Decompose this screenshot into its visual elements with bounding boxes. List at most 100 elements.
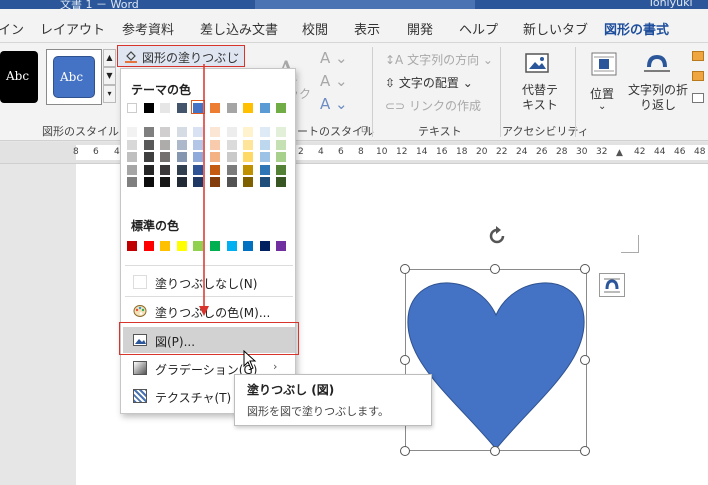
resize-handle[interactable] [400, 264, 410, 274]
style-gallery-scroll[interactable]: ▲ ▼ ▾ [103, 49, 116, 105]
layout-options-button[interactable] [599, 273, 625, 297]
style-thumb-selected[interactable]: Abc [46, 49, 102, 105]
position-button[interactable]: 位置 ⌄ [584, 49, 624, 119]
theme-shade-swatch[interactable] [259, 177, 270, 187]
selection-pane-icon[interactable] [692, 93, 704, 103]
bring-forward-icon[interactable] [692, 51, 704, 61]
text-direction-button[interactable]: ↕A 文字列の方向 ⌄ [385, 51, 493, 68]
theme-shade-swatch[interactable] [259, 139, 270, 150]
tab-shape-format[interactable]: 図形の書式 [604, 19, 670, 48]
theme-shade-swatch[interactable] [276, 152, 287, 162]
shape-fill-button[interactable]: 図形の塗りつぶし ⌄ [117, 45, 245, 67]
theme-color-swatch[interactable] [276, 103, 287, 113]
tab-developer[interactable]: 開発 [407, 19, 433, 38]
resize-handle[interactable] [490, 264, 500, 274]
theme-shade-swatch[interactable] [226, 152, 237, 162]
standard-color-swatch[interactable] [160, 241, 171, 251]
tab-view[interactable]: 表示 [354, 19, 380, 38]
standard-color-swatch[interactable] [226, 241, 237, 251]
tab-mailings[interactable]: 差し込み文書 [200, 19, 278, 38]
theme-color-swatch[interactable] [143, 103, 154, 113]
user-name[interactable]: Tohiyuki [648, 0, 693, 9]
palette-icon [133, 304, 147, 318]
theme-shade-swatch[interactable] [160, 139, 171, 150]
theme-color-swatch[interactable] [176, 103, 187, 113]
theme-shade-swatch[interactable] [276, 177, 287, 187]
theme-shade-swatch[interactable] [160, 127, 171, 137]
text-effects-icon[interactable]: A ⌄ [320, 95, 348, 113]
theme-shade-swatch[interactable] [176, 164, 187, 175]
theme-color-swatch[interactable] [127, 103, 137, 113]
resize-handle[interactable] [580, 446, 590, 456]
theme-shade-swatch[interactable] [243, 177, 254, 187]
theme-shade-swatch[interactable] [176, 127, 187, 137]
theme-shade-swatch[interactable] [226, 164, 237, 175]
theme-shade-swatch[interactable] [143, 152, 154, 162]
theme-shade-swatch[interactable] [276, 139, 287, 150]
search-box[interactable] [255, 0, 475, 9]
theme-color-swatch[interactable] [259, 103, 270, 113]
alt-text-button[interactable]: 代替テ キスト [507, 49, 571, 115]
standard-color-swatch[interactable] [276, 241, 287, 251]
theme-shade-swatch[interactable] [143, 177, 154, 187]
theme-shade-swatch[interactable] [243, 164, 254, 175]
theme-shade-swatch[interactable] [259, 152, 270, 162]
resize-handle[interactable] [490, 446, 500, 456]
tab-insert[interactable]: イン [0, 19, 24, 38]
theme-shade-swatch[interactable] [143, 127, 154, 137]
theme-shade-swatch[interactable] [243, 127, 254, 137]
theme-shade-swatch[interactable] [127, 127, 137, 137]
tab-references[interactable]: 参考資料 [122, 19, 174, 38]
theme-shade-swatch[interactable] [226, 139, 237, 150]
theme-shade-swatch[interactable] [226, 127, 237, 137]
indent-marker-icon[interactable]: ▲ [616, 148, 623, 158]
resize-handle[interactable] [400, 355, 410, 365]
rotate-handle-icon[interactable] [485, 224, 509, 248]
theme-shade-swatch[interactable] [243, 152, 254, 162]
theme-shade-swatch[interactable] [127, 177, 137, 187]
theme-color-swatch[interactable] [160, 103, 171, 113]
tab-review[interactable]: 校閲 [302, 19, 328, 38]
standard-color-swatch[interactable] [243, 241, 254, 251]
tab-layout[interactable]: レイアウト [40, 19, 105, 38]
resize-handle[interactable] [580, 355, 590, 365]
theme-shade-swatch[interactable] [127, 139, 137, 150]
theme-shade-swatch[interactable] [176, 177, 187, 187]
theme-shade-swatch[interactable] [276, 127, 287, 137]
theme-shade-swatch[interactable] [143, 139, 154, 150]
tab-help[interactable]: ヘルプ [459, 19, 498, 38]
dialog-launcher-icon[interactable]: ⊡ [361, 125, 369, 135]
theme-shade-swatch[interactable] [160, 164, 171, 175]
theme-shade-swatch[interactable] [226, 177, 237, 187]
standard-color-swatch[interactable] [143, 241, 154, 251]
standard-color-swatch[interactable] [127, 241, 137, 251]
standard-color-swatch[interactable] [259, 241, 270, 251]
style-thumb-black[interactable]: Abc [0, 51, 38, 103]
theme-shade-swatch[interactable] [259, 127, 270, 137]
theme-shade-swatch[interactable] [176, 152, 187, 162]
theme-shade-swatch[interactable] [160, 152, 171, 162]
theme-shade-swatch[interactable] [176, 139, 187, 150]
resize-handle[interactable] [580, 264, 590, 274]
wrap-text-button[interactable]: 文字列の折 り返し [626, 49, 690, 119]
standard-color-swatch[interactable] [176, 241, 187, 251]
send-backward-icon[interactable] [692, 71, 704, 81]
theme-shade-swatch[interactable] [160, 177, 171, 187]
resize-handle[interactable] [400, 446, 410, 456]
divider [500, 47, 501, 137]
heart-shape[interactable] [405, 269, 587, 451]
tab-new-tab[interactable]: 新しいタブ [523, 19, 588, 38]
create-link-button[interactable]: ⊂⊃ リンクの作成 [385, 97, 481, 114]
theme-shade-swatch[interactable] [276, 164, 287, 175]
theme-shade-swatch[interactable] [127, 164, 137, 175]
theme-shade-swatch[interactable] [259, 164, 270, 175]
text-align-button[interactable]: ⇳ 文字の配置 ⌄ [385, 74, 473, 91]
theme-shade-swatch[interactable] [143, 164, 154, 175]
theme-shade-swatch[interactable] [127, 152, 137, 162]
theme-shade-swatch[interactable] [243, 139, 254, 150]
text-fill-icon[interactable]: A ⌄ [320, 49, 348, 67]
theme-color-swatch[interactable] [226, 103, 237, 113]
theme-color-swatch[interactable] [243, 103, 254, 113]
text-outline-icon[interactable]: A ⌄ [320, 72, 348, 90]
layout-options-icon [603, 276, 621, 297]
